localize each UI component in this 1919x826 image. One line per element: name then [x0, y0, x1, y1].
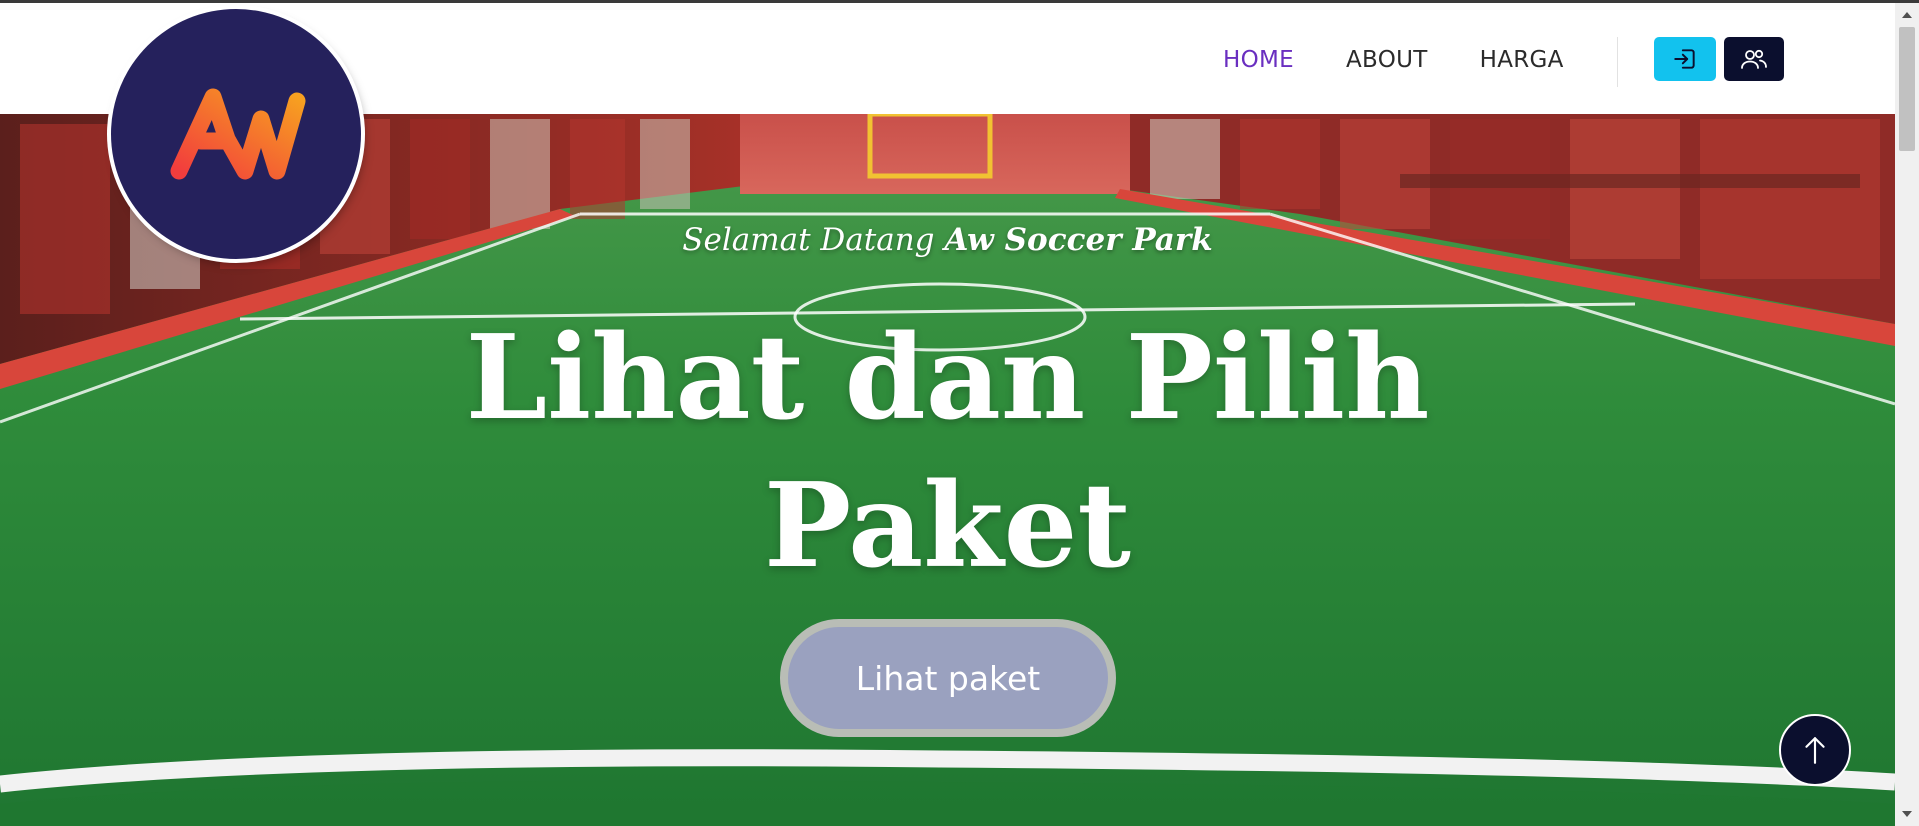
nav-harga[interactable]: HARGA	[1480, 47, 1564, 73]
hero-headline: Lihat dan Pilih Paket	[0, 304, 1895, 600]
headline-line-2: Paket	[763, 458, 1132, 594]
aw-logo-icon	[170, 88, 306, 180]
site-logo[interactable]	[111, 9, 361, 259]
welcome-brand: Aw Soccer Park	[944, 222, 1213, 258]
back-to-top-button[interactable]	[1779, 714, 1851, 786]
welcome-prefix: Selamat Datang	[682, 222, 935, 258]
scroll-up-arrow-icon[interactable]	[1902, 12, 1912, 18]
login-button[interactable]	[1654, 37, 1716, 81]
nav-divider	[1617, 37, 1618, 87]
login-icon	[1674, 49, 1695, 69]
arrow-up-icon	[1805, 737, 1825, 764]
nav-links: HOME ABOUT HARGA	[1223, 47, 1564, 73]
scroll-thumb[interactable]	[1899, 27, 1915, 151]
nav-home[interactable]: HOME	[1223, 47, 1294, 73]
scroll-down-arrow-icon[interactable]	[1902, 811, 1912, 817]
headline-line-1: Lihat dan Pilih	[465, 310, 1430, 446]
vertical-scrollbar[interactable]	[1895, 3, 1919, 826]
lihat-paket-button[interactable]: Lihat paket	[780, 619, 1116, 737]
users-icon	[1741, 49, 1767, 69]
window-top-border	[0, 0, 1919, 3]
register-button[interactable]	[1724, 37, 1784, 81]
nav-about[interactable]: ABOUT	[1346, 47, 1428, 73]
